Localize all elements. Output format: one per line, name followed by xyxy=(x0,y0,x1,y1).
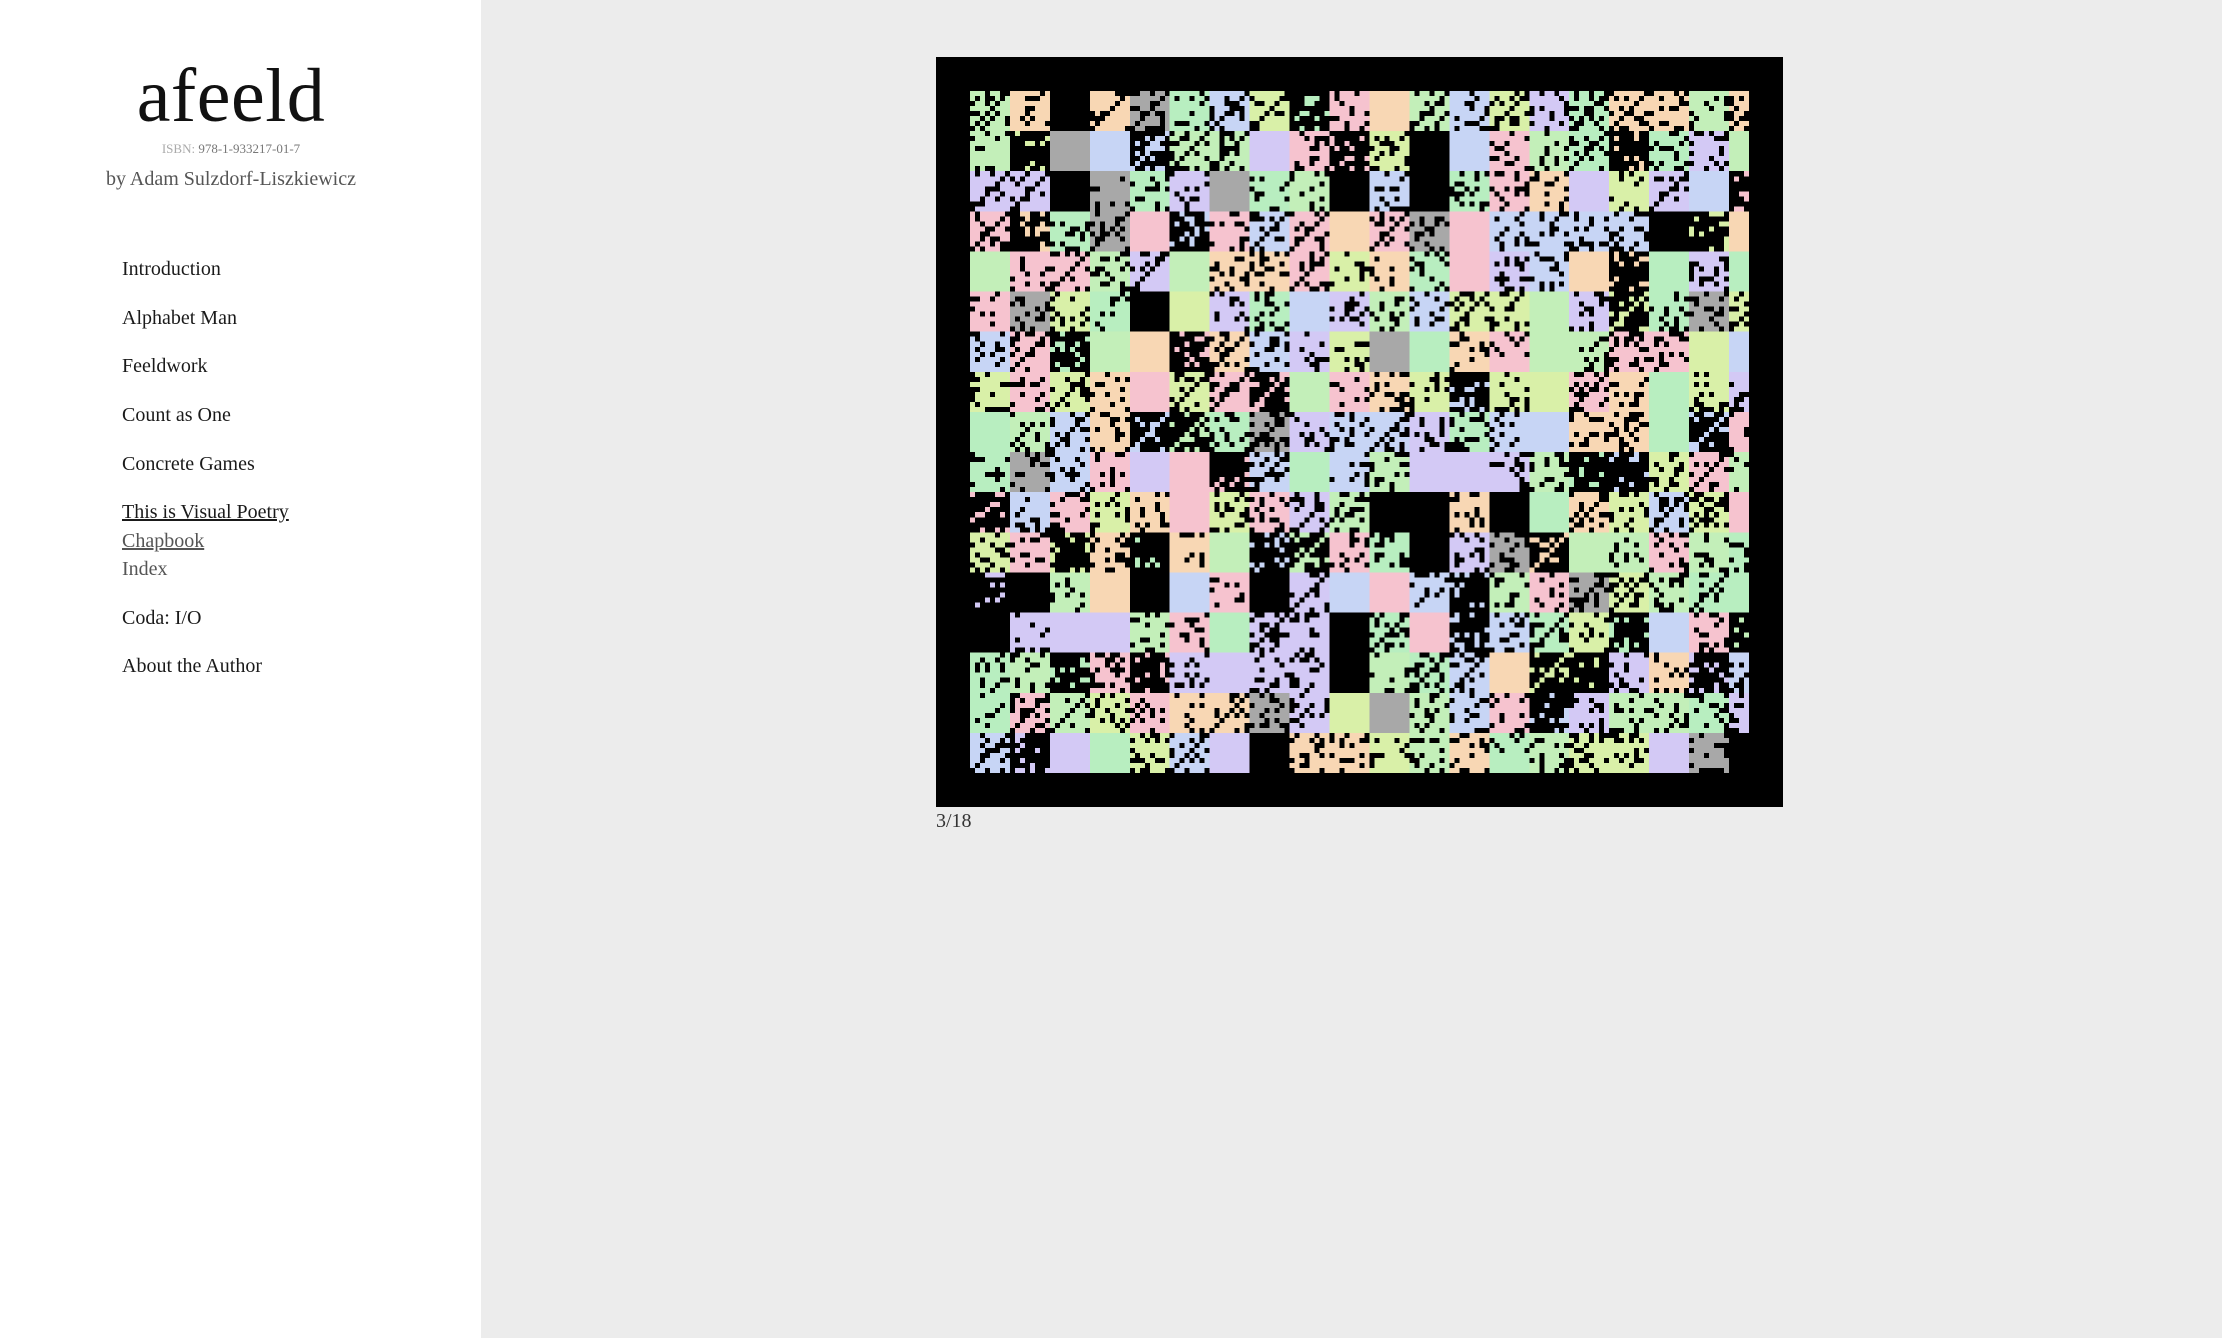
nav-item-about-the-author[interactable]: About the Author xyxy=(122,653,262,679)
nav-item-concrete-games[interactable]: Concrete Games xyxy=(122,451,255,477)
nav-item-coda-io[interactable]: Coda: I/O xyxy=(122,605,201,631)
page-counter: 3/18 xyxy=(936,810,972,832)
isbn-value: 978-1-933217-01-7 xyxy=(198,141,301,156)
nav-item-alphabet-man[interactable]: Alphabet Man xyxy=(122,305,237,331)
nav-item-this-is-visual-poetry[interactable]: This is Visual Poetry xyxy=(122,499,289,525)
nav-item-count-as-one[interactable]: Count as One xyxy=(122,402,231,428)
sidebar: afeeld ISBN: 978-1-933217-01-7 by Adam S… xyxy=(0,0,481,1338)
pixel-glyph-mosaic-image xyxy=(970,91,1749,773)
chapbook-page-image[interactable] xyxy=(936,57,1783,807)
site-title[interactable]: afeeld xyxy=(0,48,462,144)
nav-item-feeldwork[interactable]: Feeldwork xyxy=(122,353,208,379)
author-byline: by Adam Sulzdorf-Liszkiewicz xyxy=(106,168,356,190)
isbn-label: ISBN: xyxy=(161,141,196,156)
nav-subitem-chapbook[interactable]: Chapbook xyxy=(122,528,204,554)
nav-item-introduction[interactable]: Introduction xyxy=(122,256,221,282)
isbn-line: ISBN: 978-1-933217-01-7 xyxy=(0,140,462,158)
nav-subitem-index[interactable]: Index xyxy=(122,556,168,582)
